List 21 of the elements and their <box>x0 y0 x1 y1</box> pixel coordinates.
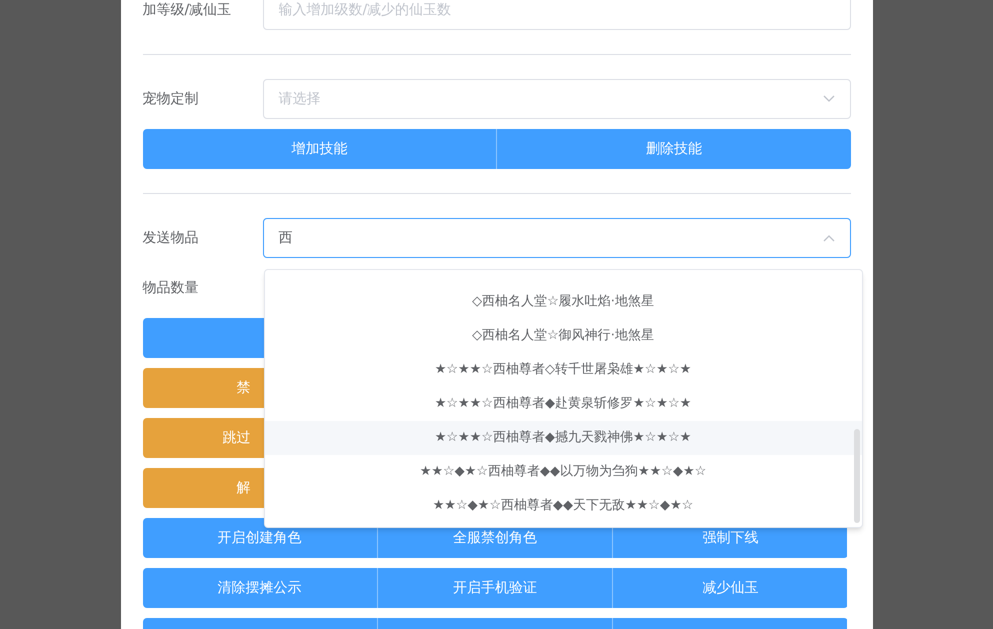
field-label: 发送物品 <box>142 228 200 248</box>
dropdown-option[interactable]: ◇西柚名人堂☆履水吐焰·地煞星 <box>264 285 862 319</box>
action-button[interactable]: 开启手机验证 <box>376 568 612 608</box>
pet-select[interactable]: 请选择 <box>262 79 850 119</box>
action-button[interactable]: 减少仙玉 <box>612 568 848 608</box>
level-input[interactable]: 输入增加级数/减少的仙玉数 <box>262 0 850 30</box>
dropdown-option[interactable]: ★☆★★☆西柚尊者◇转千世屠枭雄★☆★☆★ <box>264 353 862 387</box>
chevron-down-icon <box>822 95 834 103</box>
field-label: 宠物定制 <box>142 90 200 108</box>
field-label: 物品数量 <box>142 278 200 298</box>
dropdown-option[interactable]: ★☆★★☆西柚尊者◆撼九天戮神佛★☆★☆★ <box>264 421 862 455</box>
field-label: 加等级/减仙玉 <box>142 0 232 20</box>
skill-button[interactable]: 删除技能 <box>496 129 850 169</box>
dropdown-option[interactable]: ★☆★★☆西柚尊者◆赴黄泉斩修罗★☆★☆★ <box>264 387 862 421</box>
dropdown-option[interactable]: ★★☆◆★☆西柚尊者◆◆以万物为刍狗★★☆◆★☆ <box>264 455 862 489</box>
dropdown-option[interactable]: ★★☆◆★☆西柚尊者◆◆天下无敌★★☆◆★☆ <box>264 489 862 523</box>
item-select[interactable]: 西 <box>262 218 850 258</box>
skill-button[interactable]: 增加技能 <box>142 129 496 169</box>
dropdown-option[interactable]: ◇西柚名人堂☆御风神行·地煞星 <box>264 319 862 353</box>
action-button[interactable]: 清除摆摊公示 <box>142 568 377 608</box>
chevron-up-icon <box>822 234 834 242</box>
